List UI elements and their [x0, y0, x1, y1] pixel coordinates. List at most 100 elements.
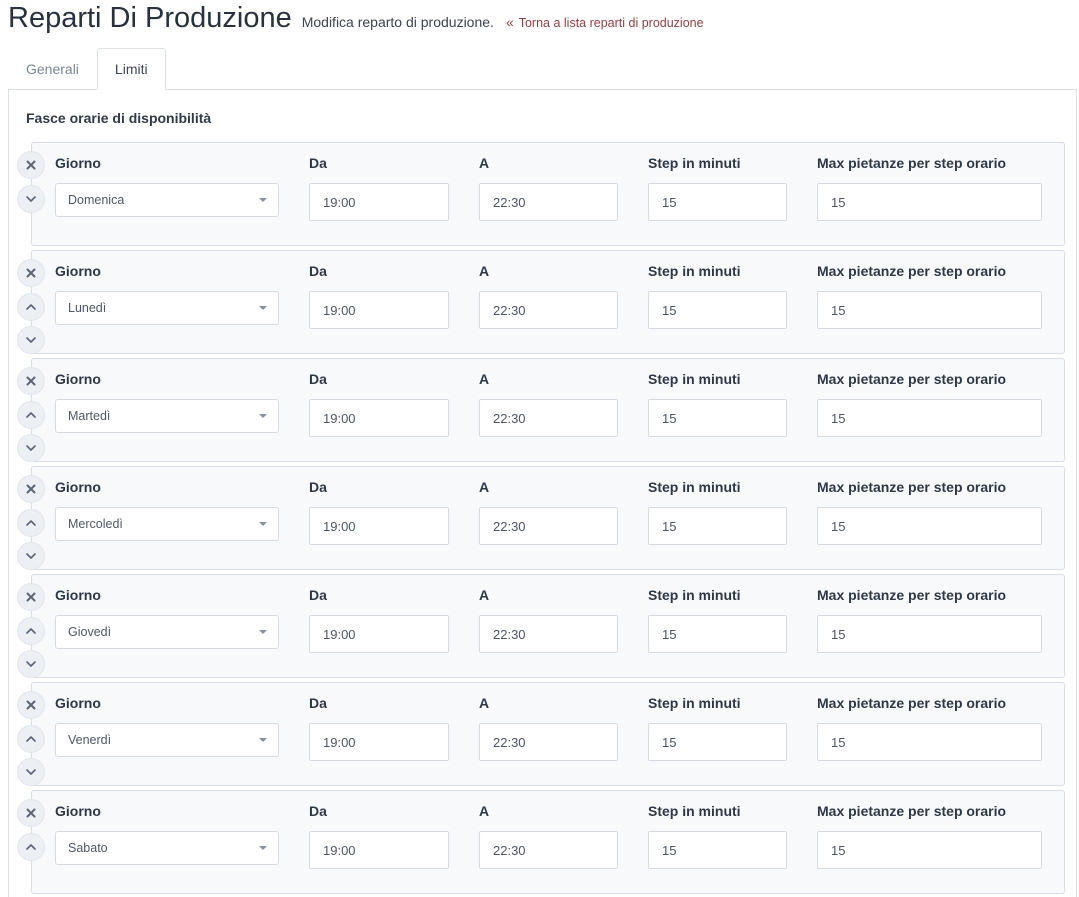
step-input[interactable]: 15 [648, 507, 787, 545]
giorno-value: Domenica [68, 193, 125, 207]
giorno-select[interactable]: Venerdì [55, 723, 279, 757]
giorno-value: Mercoledì [68, 517, 123, 531]
label-max: Max pietanze per step orario [817, 803, 1007, 819]
remove-row-button[interactable] [17, 151, 45, 179]
da-input[interactable]: 19:00 [309, 831, 449, 869]
page-header: Reparti Di Produzione Modifica reparto d… [8, 2, 704, 42]
chevron-up-icon [26, 736, 36, 742]
caret-down-icon [259, 522, 267, 526]
back-link-label: Torna a lista reparti di produzione [518, 16, 704, 30]
close-icon [26, 808, 36, 818]
da-input[interactable]: 19:00 [309, 723, 449, 761]
max-input[interactable]: 15 [817, 291, 1042, 329]
label-step: Step in minuti [648, 695, 741, 711]
max-input[interactable]: 15 [817, 399, 1042, 437]
remove-row-button[interactable] [17, 583, 45, 611]
step-input[interactable]: 15 [648, 399, 787, 437]
giorno-select[interactable]: Mercoledì [55, 507, 279, 541]
move-row-up-button[interactable] [17, 293, 45, 321]
close-icon [26, 592, 36, 602]
step-input[interactable]: 15 [648, 291, 787, 329]
chevron-up-icon [26, 520, 36, 526]
giorno-value: Lunedì [68, 301, 107, 315]
chevron-down-icon [26, 337, 36, 343]
step-input[interactable]: 15 [648, 615, 787, 653]
label-a: A [479, 155, 490, 171]
close-icon [26, 268, 36, 278]
move-row-down-button[interactable] [17, 758, 45, 786]
label-da: Da [309, 587, 327, 603]
remove-row-button[interactable] [17, 691, 45, 719]
giorno-select[interactable]: Giovedì [55, 615, 279, 649]
giorno-select[interactable]: Domenica [55, 183, 279, 217]
move-row-down-button[interactable] [17, 650, 45, 678]
max-input[interactable]: 15 [817, 831, 1042, 869]
label-max: Max pietanze per step orario [817, 155, 1007, 171]
a-input[interactable]: 22:30 [479, 831, 618, 869]
label-a: A [479, 479, 490, 495]
max-input[interactable]: 15 [817, 507, 1042, 545]
chevron-up-icon [26, 628, 36, 634]
move-row-down-button[interactable] [17, 542, 45, 570]
max-input[interactable]: 15 [817, 183, 1042, 221]
label-step: Step in minuti [648, 479, 741, 495]
da-input[interactable]: 19:00 [309, 507, 449, 545]
giorno-value: Venerdì [68, 733, 112, 747]
move-row-up-button[interactable] [17, 509, 45, 537]
caret-down-icon [259, 414, 267, 418]
move-row-up-button[interactable] [17, 401, 45, 429]
a-input[interactable]: 22:30 [479, 291, 618, 329]
max-input[interactable]: 15 [817, 615, 1042, 653]
back-to-list-link[interactable]: « Torna a lista reparti di produzione [506, 14, 704, 30]
move-row-up-button[interactable] [17, 833, 45, 861]
a-input[interactable]: 22:30 [479, 183, 618, 221]
da-input[interactable]: 19:00 [309, 183, 449, 221]
move-row-down-button[interactable] [17, 434, 45, 462]
caret-down-icon [259, 738, 267, 742]
label-step: Step in minuti [648, 371, 741, 387]
max-input[interactable]: 15 [817, 723, 1042, 761]
giorno-select[interactable]: Sabato [55, 831, 279, 865]
da-input[interactable]: 19:00 [309, 291, 449, 329]
move-row-up-button[interactable] [17, 725, 45, 753]
step-input[interactable]: 15 [648, 723, 787, 761]
label-step: Step in minuti [648, 263, 741, 279]
remove-row-button[interactable] [17, 799, 45, 827]
remove-row-button[interactable] [17, 367, 45, 395]
remove-row-button[interactable] [17, 475, 45, 503]
label-da: Da [309, 479, 327, 495]
giorno-value: Sabato [68, 841, 108, 855]
label-a: A [479, 263, 490, 279]
page-subtitle: Modifica reparto di produzione. [301, 14, 494, 30]
move-row-down-button[interactable] [17, 185, 45, 213]
move-row-up-button[interactable] [17, 617, 45, 645]
label-a: A [479, 587, 490, 603]
step-input[interactable]: 15 [648, 183, 787, 221]
remove-row-button[interactable] [17, 259, 45, 287]
chevron-down-icon [26, 445, 36, 451]
label-max: Max pietanze per step orario [817, 695, 1007, 711]
step-input[interactable]: 15 [648, 831, 787, 869]
da-input[interactable]: 19:00 [309, 399, 449, 437]
availability-row: Giorno Da A Step in minuti Max pietanze … [17, 142, 1065, 246]
giorno-select[interactable]: Lunedì [55, 291, 279, 325]
move-row-down-button[interactable] [17, 326, 45, 354]
a-input[interactable]: 22:30 [479, 615, 618, 653]
giorno-select[interactable]: Martedì [55, 399, 279, 433]
chevron-down-icon [26, 769, 36, 775]
label-da: Da [309, 695, 327, 711]
da-input[interactable]: 19:00 [309, 615, 449, 653]
label-da: Da [309, 263, 327, 279]
availability-row: Giorno Da A Step in minuti Max pietanze … [17, 682, 1065, 786]
label-giorno: Giorno [55, 695, 101, 711]
section-title: Fasce orarie di disponibilità [26, 110, 212, 126]
label-max: Max pietanze per step orario [817, 263, 1007, 279]
a-input[interactable]: 22:30 [479, 399, 618, 437]
a-input[interactable]: 22:30 [479, 507, 618, 545]
label-max: Max pietanze per step orario [817, 479, 1007, 495]
a-input[interactable]: 22:30 [479, 723, 618, 761]
tab-generali[interactable]: Generali [8, 48, 97, 90]
tab-limiti[interactable]: Limiti [96, 48, 166, 90]
giorno-value: Martedì [68, 409, 111, 423]
label-a: A [479, 371, 490, 387]
